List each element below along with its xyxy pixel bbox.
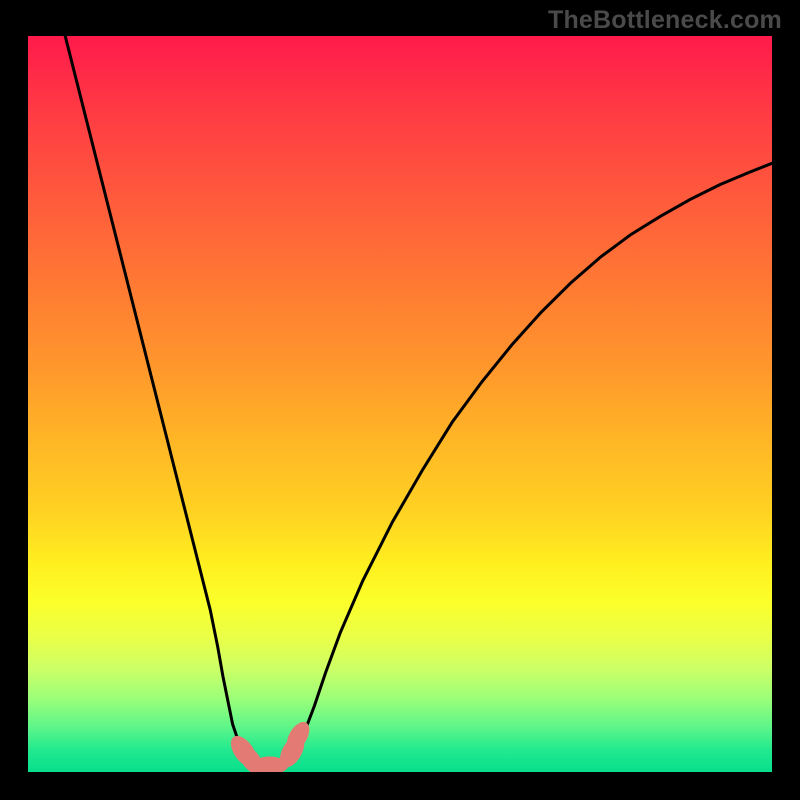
bottleneck-curve [65,36,772,766]
plot-area [28,36,772,772]
marker-group [226,718,314,772]
chart-container: TheBottleneck.com [0,0,800,800]
curve-layer [28,36,772,772]
watermark: TheBottleneck.com [548,6,782,35]
curve-group [65,36,772,766]
